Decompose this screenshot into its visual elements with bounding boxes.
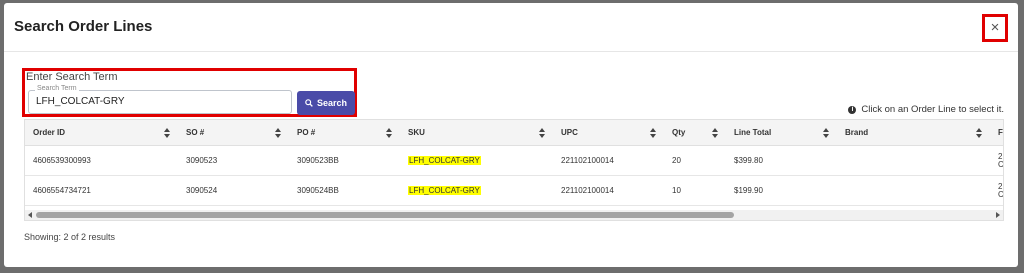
sort-icon — [712, 128, 718, 138]
cell-po: 3090523BB — [289, 145, 400, 176]
sort-icon — [823, 128, 829, 138]
selection-hint-text: Click on an Order Line to select it. — [861, 104, 1004, 115]
cell-order-id: 4606554734721 — [25, 175, 178, 206]
column-header-line-total[interactable]: Line Total — [726, 120, 837, 146]
cell-brand — [837, 175, 990, 206]
cell-qty: 10 — [664, 175, 726, 206]
cell-sku: LFH_COLCAT-GRY — [400, 145, 553, 176]
table-row[interactable]: 4606539300993 3090523 3090523BB LFH_COLC… — [25, 145, 1003, 176]
cell-brand — [837, 145, 990, 176]
search-input[interactable]: Search Term LFH_COLCAT-GRY — [28, 85, 292, 114]
search-field-legend: Search Term — [35, 85, 79, 92]
column-header-po[interactable]: PO # — [289, 120, 400, 146]
close-button[interactable]: × — [982, 14, 1008, 42]
results-count: Showing: 2 of 2 results — [24, 232, 116, 242]
search-input-value: LFH_COLCAT-GRY — [36, 96, 125, 107]
search-order-lines-modal: Search Order Lines × Enter Search Term S… — [4, 3, 1018, 267]
modal-title: Search Order Lines — [14, 18, 153, 35]
table-header-row: Order ID SO # PO # SKU UPC Qty Line Tota… — [25, 120, 1003, 146]
cell-order-id: 4606539300993 — [25, 145, 178, 176]
cell-upc: 221102100014 — [553, 175, 664, 206]
modal-header: Search Order Lines × — [4, 3, 1018, 52]
close-icon: × — [990, 19, 1000, 36]
sort-icon — [275, 128, 281, 138]
column-header-so[interactable]: SO # — [178, 120, 289, 146]
cell-sku: LFH_COLCAT-GRY — [400, 175, 553, 206]
sort-icon — [650, 128, 656, 138]
selection-hint: i Click on an Order Line to select it. — [848, 104, 1004, 115]
sort-icon — [539, 128, 545, 138]
search-label: Enter Search Term — [26, 71, 118, 83]
cell-so: 3090523 — [178, 145, 289, 176]
column-header-upc[interactable]: UPC — [553, 120, 664, 146]
order-lines-table: Order ID SO # PO # SKU UPC Qty Line Tota… — [24, 119, 1004, 221]
scroll-right-arrow-icon[interactable] — [996, 212, 1000, 218]
search-icon — [305, 99, 313, 107]
column-header-sku[interactable]: SKU — [400, 120, 553, 146]
sku-highlight: LFH_COLCAT-GRY — [408, 156, 481, 165]
cell-truncated: 2 C — [990, 145, 1003, 176]
search-section: Enter Search Term Search Term LFH_COLCAT… — [22, 68, 357, 117]
sku-highlight: LFH_COLCAT-GRY — [408, 186, 481, 195]
cell-qty: 20 — [664, 145, 726, 176]
column-header-brand[interactable]: Brand — [837, 120, 990, 146]
cell-po: 3090524BB — [289, 175, 400, 206]
sort-icon — [386, 128, 392, 138]
search-button[interactable]: Search — [297, 91, 355, 115]
sort-icon — [976, 128, 982, 138]
scroll-left-arrow-icon[interactable] — [28, 212, 32, 218]
scrollbar-thumb[interactable] — [36, 212, 734, 218]
cell-line-total: $199.90 — [726, 175, 837, 206]
sort-icon — [164, 128, 170, 138]
cell-line-total: $399.80 — [726, 145, 837, 176]
search-button-label: Search — [316, 98, 348, 108]
cell-truncated: 2 C — [990, 175, 1003, 206]
column-header-order-id[interactable]: Order ID — [25, 120, 178, 146]
column-header-truncated[interactable]: F — [990, 120, 1003, 146]
table-row[interactable]: 4606554734721 3090524 3090524BB LFH_COLC… — [25, 175, 1003, 206]
cell-so: 3090524 — [178, 175, 289, 206]
column-header-qty[interactable]: Qty — [664, 120, 726, 146]
horizontal-scrollbar[interactable] — [25, 210, 1003, 220]
cell-upc: 221102100014 — [553, 145, 664, 176]
info-icon: i — [848, 105, 857, 114]
